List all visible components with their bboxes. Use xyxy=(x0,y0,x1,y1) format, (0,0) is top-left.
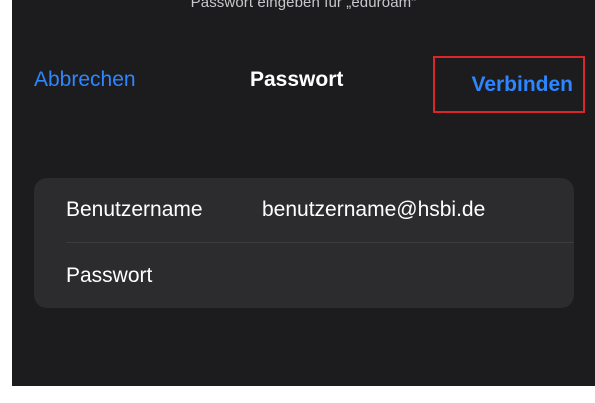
cancel-button[interactable]: Abbrechen xyxy=(34,68,136,92)
row-divider xyxy=(66,242,574,243)
password-label: Passwort xyxy=(66,264,153,287)
password-row[interactable]: Passwort xyxy=(34,244,574,308)
username-label: Benutzername xyxy=(66,198,203,221)
wifi-password-sheet: Passwort eingeben für „eduroam“ Abbreche… xyxy=(12,0,595,386)
page-title: Passwort xyxy=(250,68,344,91)
connect-button[interactable]: Verbinden xyxy=(433,56,585,113)
credentials-form: Benutzername benutzername@hsbi.de Passwo… xyxy=(34,178,574,308)
password-field[interactable] xyxy=(262,260,552,292)
username-row[interactable]: Benutzername benutzername@hsbi.de xyxy=(34,178,574,242)
username-field[interactable]: benutzername@hsbi.de xyxy=(262,198,562,222)
network-prompt: Passwort eingeben für „eduroam“ xyxy=(190,0,417,11)
